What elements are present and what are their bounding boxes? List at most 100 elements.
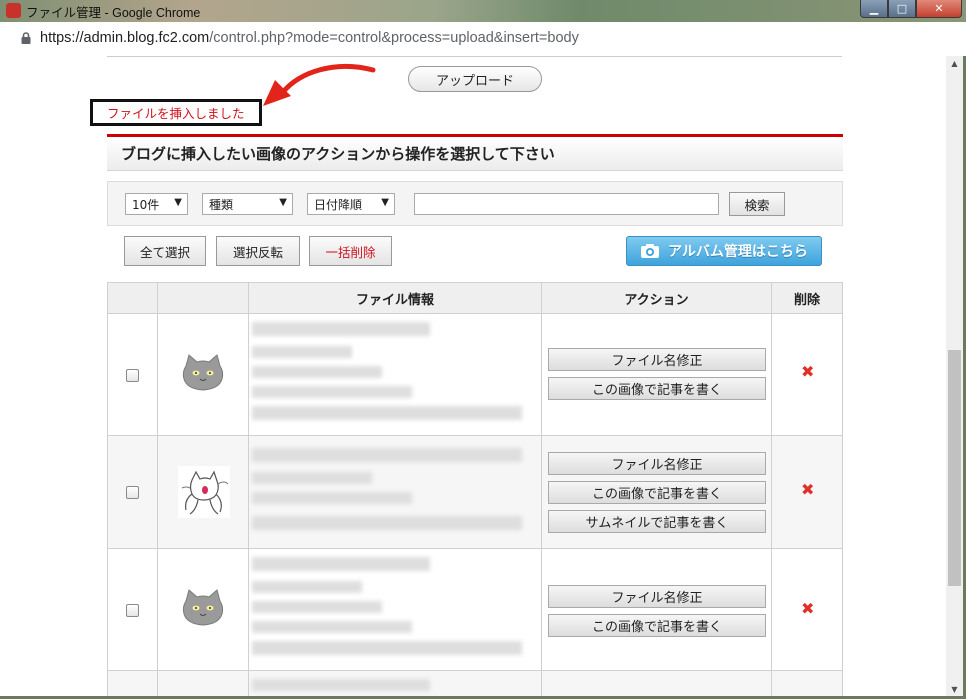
- chevron-down-icon: ▼: [174, 197, 182, 208]
- checkbox-cell: [108, 671, 158, 696]
- thumb-cell: [158, 436, 249, 548]
- file-info-line: [252, 346, 352, 358]
- header-action: アクション: [542, 283, 772, 313]
- camera-icon: [641, 244, 660, 258]
- minimize-button[interactable]: ▁: [860, 0, 888, 18]
- sort-select[interactable]: 日付降順 ▼: [307, 193, 395, 215]
- cat-face-thumbnail[interactable]: [181, 354, 225, 392]
- bulk-delete-button[interactable]: 一括削除: [309, 236, 392, 266]
- invert-selection-button[interactable]: 選択反転: [216, 236, 300, 266]
- file-info-cell: [249, 549, 542, 670]
- delete-cell: ✖: [772, 314, 842, 435]
- rename-file-button[interactable]: ファイル名修正: [548, 348, 766, 371]
- select-all-button[interactable]: 全て選択: [124, 236, 206, 266]
- cat-face-thumbnail[interactable]: [181, 589, 225, 627]
- file-info-cell: [249, 314, 542, 435]
- maximize-button[interactable]: □: [888, 0, 916, 18]
- search-input[interactable]: [414, 193, 719, 215]
- file-info-line: [252, 516, 522, 530]
- rename-file-button[interactable]: ファイル名修正: [548, 452, 766, 475]
- write-article-with-image-button[interactable]: この画像で記事を書く: [548, 614, 766, 637]
- write-article-with-image-button[interactable]: この画像で記事を書く: [548, 377, 766, 400]
- url-text[interactable]: https://admin.blog.fc2.com/control.php?m…: [40, 30, 579, 46]
- table-row: [107, 671, 843, 696]
- file-info-line: [252, 621, 412, 633]
- address-bar[interactable]: https://admin.blog.fc2.com/control.php?m…: [0, 22, 966, 57]
- thumb-cell: [158, 314, 249, 435]
- window-titlebar: ファイル管理 - Google Chrome ▁ □ ✕: [0, 0, 966, 22]
- window-controls: ▁ □ ✕: [860, 0, 962, 18]
- header-thumb-col: [158, 283, 249, 313]
- delete-icon[interactable]: ✖: [801, 480, 814, 499]
- page-scrollbar[interactable]: ▲ ▼: [946, 56, 963, 696]
- file-info-line: [252, 322, 430, 336]
- checkbox-cell: [108, 549, 158, 670]
- row-checkbox[interactable]: [126, 486, 139, 499]
- header-checkbox-col: [108, 283, 158, 313]
- action-cell: [542, 671, 772, 696]
- table-row: ファイル名修正 この画像で記事を書く ✖: [107, 549, 843, 671]
- file-info-line: [252, 581, 362, 593]
- delete-cell: ✖: [772, 549, 842, 670]
- count-select-value: 10件: [132, 197, 160, 212]
- url-host: https://admin.blog.fc2.com: [40, 30, 210, 46]
- chevron-down-icon: ▼: [381, 197, 389, 208]
- checkbox-cell: [108, 314, 158, 435]
- row-checkbox[interactable]: [126, 369, 139, 382]
- count-select[interactable]: 10件 ▼: [125, 193, 188, 215]
- top-divider: [107, 56, 842, 57]
- action-cell: ファイル名修正 この画像で記事を書く: [542, 549, 772, 670]
- red-arrow-annotation: [263, 63, 376, 106]
- delete-icon[interactable]: ✖: [801, 362, 814, 381]
- type-select[interactable]: 種類 ▼: [202, 193, 293, 215]
- thumb-cell: [158, 671, 249, 696]
- action-cell: ファイル名修正 この画像で記事を書く: [542, 314, 772, 435]
- rename-file-button[interactable]: ファイル名修正: [548, 585, 766, 608]
- scroll-down-arrow-icon[interactable]: ▼: [946, 682, 963, 696]
- table-header: ファイル情報 アクション 削除: [107, 282, 843, 314]
- write-article-with-thumbnail-button[interactable]: サムネイルで記事を書く: [548, 510, 766, 533]
- checkbox-cell: [108, 436, 158, 548]
- chevron-down-icon: ▼: [279, 197, 287, 208]
- header-file-info: ファイル情報: [249, 283, 542, 313]
- insert-notice: ファイルを挿入しました: [90, 99, 262, 126]
- thumb-cell: [158, 549, 249, 670]
- table-row: ファイル名修正 この画像で記事を書く サムネイルで記事を書く ✖: [107, 436, 843, 549]
- album-management-button[interactable]: アルバム管理はこちら: [626, 236, 822, 266]
- section-title: ブログに挿入したい画像のアクションから操作を選択して下さい: [107, 137, 843, 171]
- url-path: /control.php?mode=control&process=upload…: [209, 30, 579, 46]
- file-info-line: [252, 641, 522, 655]
- delete-cell: ✖: [772, 436, 842, 548]
- page-viewport: アップロード ファイルを挿入しました ブログに挿入したい画像のアクションから操作…: [0, 56, 946, 696]
- file-info-line: [252, 406, 522, 420]
- header-delete: 削除: [793, 292, 820, 308]
- delete-cell: [772, 671, 842, 696]
- sort-select-value: 日付降順: [314, 197, 363, 212]
- file-info-line: [252, 472, 372, 484]
- scrollbar-thumb[interactable]: [948, 350, 961, 586]
- scroll-up-arrow-icon[interactable]: ▲: [946, 56, 963, 70]
- table-row: ファイル名修正 この画像で記事を書く ✖: [107, 314, 843, 436]
- write-article-with-image-button[interactable]: この画像で記事を書く: [548, 481, 766, 504]
- file-info-line: [252, 492, 412, 504]
- search-button[interactable]: 検索: [729, 192, 785, 216]
- album-button-label: アルバム管理はこちら: [668, 244, 808, 260]
- upload-button[interactable]: アップロード: [408, 66, 542, 92]
- cat-drawing-thumbnail[interactable]: [178, 466, 230, 518]
- fc2-app-icon: [6, 3, 21, 18]
- file-info-cell: [249, 436, 542, 548]
- type-select-value: 種類: [209, 197, 234, 212]
- row-checkbox[interactable]: [126, 604, 139, 617]
- file-info-line: [252, 601, 382, 613]
- lock-icon: [21, 32, 31, 44]
- window-title: ファイル管理 - Google Chrome: [26, 6, 201, 20]
- file-info-line: [252, 366, 382, 378]
- action-cell: ファイル名修正 この画像で記事を書く サムネイルで記事を書く: [542, 436, 772, 548]
- delete-icon[interactable]: ✖: [801, 599, 814, 618]
- file-info-line: [252, 448, 522, 462]
- file-info-line: [252, 386, 412, 398]
- file-info-line: [252, 679, 430, 691]
- file-info-line: [252, 557, 430, 571]
- file-info-cell: [249, 671, 542, 696]
- close-window-button[interactable]: ✕: [916, 0, 962, 18]
